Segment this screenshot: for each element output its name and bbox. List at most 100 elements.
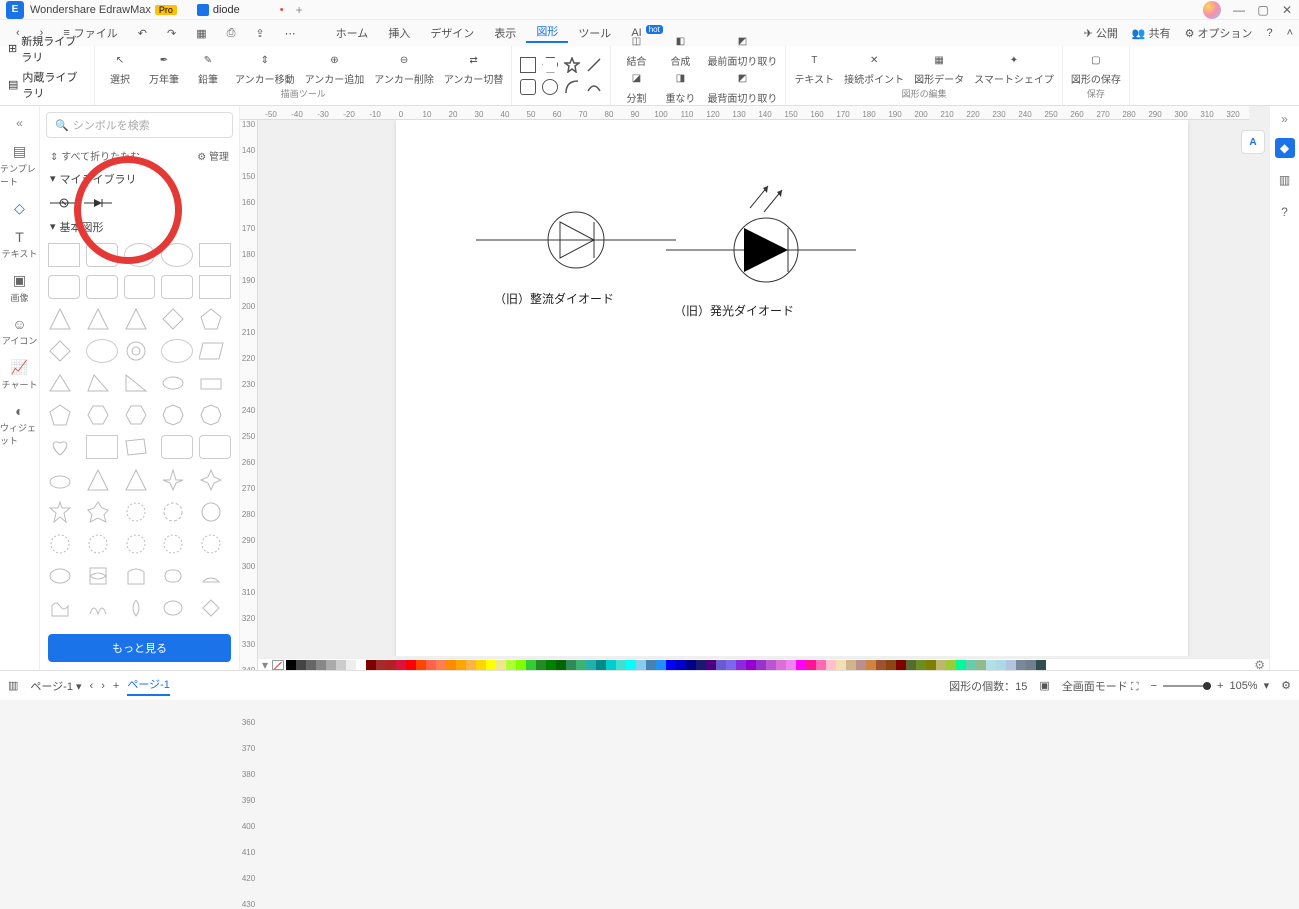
shape-cell[interactable]	[161, 532, 193, 556]
color-swatch[interactable]	[976, 660, 986, 670]
shape-cell[interactable]	[161, 243, 193, 267]
connection-point-button[interactable]: ✕接続ポイント	[844, 51, 904, 86]
back-cut-button[interactable]: ◩最背面切り取り	[707, 70, 777, 105]
page-tab[interactable]: ページ-1	[127, 676, 170, 696]
color-swatch[interactable]	[406, 660, 416, 670]
rail-charts[interactable]: 📈チャート	[0, 356, 39, 394]
color-swatch[interactable]	[946, 660, 956, 670]
mylib-shape-2[interactable]	[84, 195, 108, 211]
help-button[interactable]: ?	[1266, 27, 1272, 39]
color-swatch[interactable]	[546, 660, 556, 670]
color-swatch[interactable]	[566, 660, 576, 670]
color-swatch[interactable]	[646, 660, 656, 670]
shape-cell[interactable]	[199, 275, 231, 299]
color-swatch[interactable]	[436, 660, 446, 670]
shape-cell[interactable]	[199, 435, 231, 459]
settings-button[interactable]: ⚙	[1281, 679, 1291, 692]
color-swatch[interactable]	[516, 660, 526, 670]
shape-cell[interactable]	[124, 468, 156, 492]
color-swatch[interactable]	[616, 660, 626, 670]
rail-images[interactable]: ▣画像	[0, 269, 39, 307]
shape-cell[interactable]	[199, 468, 231, 492]
color-swatch[interactable]	[886, 660, 896, 670]
shape-cell[interactable]	[161, 500, 193, 524]
color-swatch[interactable]	[356, 660, 366, 670]
shape-cell[interactable]	[161, 435, 193, 459]
color-swatch[interactable]	[776, 660, 786, 670]
save-button[interactable]: ▦	[186, 27, 216, 40]
share-button[interactable]: 👥 共有	[1132, 25, 1171, 41]
qat-more[interactable]: ⋯	[275, 27, 306, 40]
canvas[interactable]: （旧）整流ダイオード （旧）発光ダイオード	[258, 120, 1249, 656]
shape-cell[interactable]	[48, 307, 80, 331]
shape-cell[interactable]	[48, 468, 80, 492]
color-swatch[interactable]	[1026, 660, 1036, 670]
shape-cell[interactable]	[161, 403, 193, 427]
color-swatch[interactable]	[996, 660, 1006, 670]
shape-cell[interactable]	[48, 403, 80, 427]
menu-insert[interactable]: 挿入	[378, 25, 420, 41]
color-swatch[interactable]	[446, 660, 456, 670]
color-swatch[interactable]	[416, 660, 426, 670]
shape-cell[interactable]	[48, 564, 80, 588]
color-swatch[interactable]	[816, 660, 826, 670]
shape-cell[interactable]	[124, 596, 156, 620]
color-swatch[interactable]	[586, 660, 596, 670]
color-swatch[interactable]	[656, 660, 666, 670]
color-swatch[interactable]	[606, 660, 616, 670]
shape-cell[interactable]	[48, 435, 80, 459]
user-avatar[interactable]	[1203, 1, 1221, 19]
section-mylibrary[interactable]: ▾マイライブラリ	[40, 167, 239, 191]
shape-cell[interactable]	[199, 532, 231, 556]
union-button[interactable]: ◫結合	[619, 33, 653, 68]
collapse-right-rail[interactable]: »	[1281, 112, 1288, 126]
hex-tool[interactable]	[542, 57, 558, 73]
new-library-button[interactable]: ⊞新規ライブラリ	[8, 33, 86, 65]
line-tool[interactable]	[586, 57, 602, 73]
document-tab[interactable]: diode •	[197, 4, 284, 16]
color-swatch[interactable]	[286, 660, 296, 670]
color-swatch[interactable]	[366, 660, 376, 670]
color-swatch[interactable]	[716, 660, 726, 670]
menu-view[interactable]: 表示	[484, 25, 526, 41]
color-swatch[interactable]	[726, 660, 736, 670]
anchor-toggle-tool[interactable]: ⇄アンカー切替	[444, 51, 504, 86]
ribbon-collapse-button[interactable]: ˄	[1287, 27, 1293, 39]
save-shape-button[interactable]: ▢図形の保存	[1071, 51, 1121, 86]
shape-cell[interactable]	[124, 435, 156, 459]
maximize-button[interactable]: ▢	[1251, 3, 1275, 17]
rail-icons[interactable]: ☺アイコン	[0, 313, 39, 350]
shape-cell[interactable]	[86, 403, 118, 427]
color-swatch[interactable]	[686, 660, 696, 670]
shape-cell[interactable]	[86, 307, 118, 331]
shape-cell[interactable]	[86, 339, 118, 363]
shape-cell[interactable]	[124, 403, 156, 427]
color-swatch[interactable]	[346, 660, 356, 670]
smart-shape-button[interactable]: ✦スマートシェイプ	[974, 51, 1054, 86]
color-swatch[interactable]	[936, 660, 946, 670]
rightrail-format[interactable]: ◆	[1275, 138, 1295, 158]
color-swatch[interactable]	[1016, 660, 1026, 670]
color-swatch[interactable]	[926, 660, 936, 670]
shape-cell[interactable]	[199, 339, 231, 363]
print-button[interactable]: ⎙	[217, 27, 246, 40]
shape-cell[interactable]	[48, 275, 80, 299]
intersect-button[interactable]: ◨重なり	[663, 70, 697, 105]
shape-cell[interactable]	[86, 275, 118, 299]
anchor-move-tool[interactable]: ⇕アンカー移動	[235, 51, 295, 86]
minimize-button[interactable]: —	[1227, 3, 1251, 17]
shape-cell[interactable]	[48, 500, 80, 524]
color-swatch[interactable]	[696, 660, 706, 670]
color-swatch[interactable]	[1036, 660, 1046, 670]
close-button[interactable]: ✕	[1275, 3, 1299, 17]
shape-cell[interactable]	[199, 500, 231, 524]
color-swatch[interactable]	[386, 660, 396, 670]
export-button[interactable]: ⇪	[245, 27, 274, 40]
rightrail-page[interactable]: ▥	[1275, 170, 1295, 190]
zoom-slider[interactable]	[1163, 685, 1211, 687]
shape-cell[interactable]	[124, 371, 156, 395]
color-swatch[interactable]	[506, 660, 516, 670]
shape-cell[interactable]	[124, 307, 156, 331]
shape-cell[interactable]	[48, 339, 80, 363]
color-swatch[interactable]	[906, 660, 916, 670]
